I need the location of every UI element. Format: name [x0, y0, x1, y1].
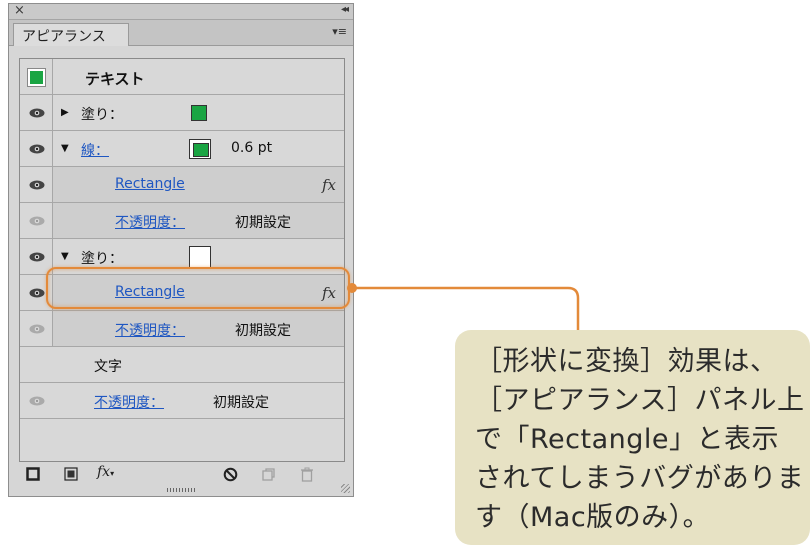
clear-icon[interactable]: [223, 467, 238, 486]
panel-resize-handle[interactable]: [341, 484, 350, 493]
connector-line: [352, 286, 580, 334]
collapse-icon[interactable]: ◂◂: [341, 4, 349, 15]
tab-appearance[interactable]: アピアランス: [13, 23, 129, 46]
effect-rectangle-link[interactable]: Rectangle: [115, 176, 185, 192]
eye-icon[interactable]: [29, 252, 45, 262]
fill-label[interactable]: 塗り：: [81, 248, 123, 268]
collapse-triangle-icon[interactable]: ▼: [61, 143, 69, 154]
opacity-value: 初期設定: [235, 215, 291, 231]
square-icon[interactable]: [26, 467, 40, 485]
object-type-label: テキスト: [85, 70, 145, 88]
row-text-header[interactable]: テキスト: [20, 59, 344, 95]
callout-box: ［形状に変換］効果は、［アピアランス］パネル上で「Rectangle」と表示され…: [455, 330, 810, 545]
fill-swatch[interactable]: [191, 105, 207, 121]
row-text-opacity[interactable]: 不透明度： 初期設定: [20, 383, 344, 419]
fill-label[interactable]: 塗り：: [81, 104, 123, 124]
highlight-ring: [46, 267, 350, 309]
text-color-swatch[interactable]: [27, 68, 46, 87]
eye-icon[interactable]: [29, 324, 45, 334]
fx-icon[interactable]: fx: [322, 176, 336, 194]
row-stroke-effect[interactable]: Rectangle fx: [20, 167, 344, 203]
characters-label[interactable]: 文字: [94, 356, 122, 376]
eye-icon[interactable]: [29, 180, 45, 190]
panel-titlebar: × ◂◂: [9, 3, 353, 20]
row-fill-1[interactable]: ▶ 塗り：: [20, 95, 344, 131]
expand-triangle-icon[interactable]: ▶: [61, 107, 69, 118]
trash-icon[interactable]: [300, 467, 314, 486]
appearance-list: テキスト ▶ 塗り： ▼ 線： 0.6 pt Rectangle fx 不透明度…: [19, 58, 345, 462]
eye-icon[interactable]: [29, 144, 45, 154]
panel-tab-row: アピアランス ▾≡: [9, 20, 353, 46]
eye-icon[interactable]: [29, 396, 45, 406]
duplicate-icon[interactable]: [261, 467, 276, 486]
row-characters[interactable]: 文字: [20, 347, 344, 383]
opacity-link[interactable]: 不透明度：: [115, 212, 185, 232]
fx-menu-icon[interactable]: fx▾: [97, 464, 114, 480]
row-stroke-opacity[interactable]: 不透明度： 初期設定: [20, 203, 344, 239]
panel-bottom-toolbar: fx▾: [9, 462, 353, 488]
fill-swatch[interactable]: [189, 246, 211, 268]
stroke-weight-value[interactable]: 0.6 pt: [231, 140, 272, 156]
eye-icon[interactable]: [29, 108, 45, 118]
collapse-triangle-icon[interactable]: ▼: [61, 251, 69, 262]
opacity-value: 初期設定: [235, 323, 291, 339]
opacity-link[interactable]: 不透明度：: [94, 392, 164, 412]
close-icon[interactable]: ×: [14, 3, 25, 18]
row-fill-opacity[interactable]: 不透明度： 初期設定: [20, 311, 344, 347]
callout-text: ［形状に変換］効果は、［アピアランス］パネル上で「Rectangle」と表示され…: [475, 346, 805, 533]
stroke-label[interactable]: 線：: [81, 140, 109, 160]
filled-square-icon[interactable]: [64, 467, 78, 485]
stroke-swatch[interactable]: [189, 139, 211, 159]
row-stroke[interactable]: ▼ 線： 0.6 pt: [20, 131, 344, 167]
eye-icon[interactable]: [29, 216, 45, 226]
appearance-panel: × ◂◂ アピアランス ▾≡ テキスト ▶ 塗り： ▼ 線： 0.6 pt Re…: [8, 3, 354, 497]
eye-icon[interactable]: [29, 288, 45, 298]
panel-menu-icon[interactable]: ▾≡: [332, 25, 347, 38]
resize-grip[interactable]: [167, 488, 195, 492]
opacity-link[interactable]: 不透明度：: [115, 320, 185, 340]
opacity-value: 初期設定: [213, 395, 269, 411]
